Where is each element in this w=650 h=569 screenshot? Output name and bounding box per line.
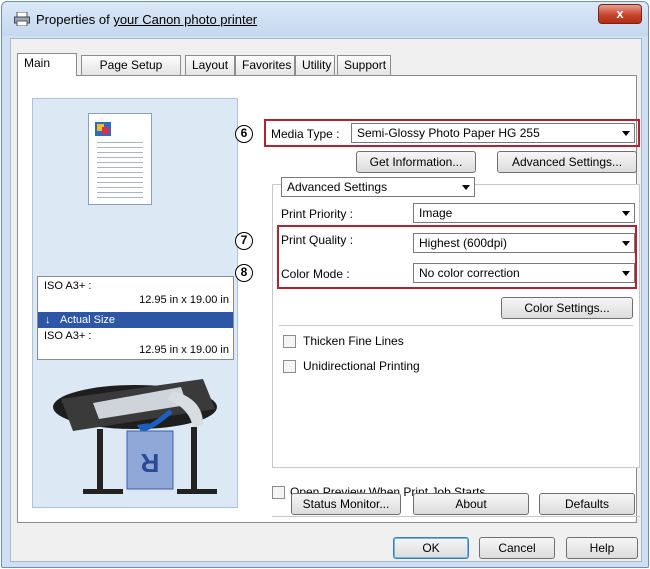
print-priority-select[interactable]: Image	[413, 203, 635, 223]
media-type-select[interactable]: Semi-Glossy Photo Paper HG 255	[351, 123, 635, 143]
chevron-down-icon	[462, 185, 470, 190]
window-title: Properties of your Canon photo printer	[36, 12, 258, 27]
tab-page-setup[interactable]: Page Setup	[81, 55, 181, 75]
image-swatch	[95, 122, 111, 136]
actual-size-label: Actual Size	[60, 314, 116, 326]
callout-6: 6	[235, 125, 253, 143]
status-monitor-button[interactable]: Status Monitor...	[291, 493, 401, 515]
color-mode-label: Color Mode :	[281, 267, 350, 281]
print-priority-label: Print Priority :	[281, 207, 354, 221]
advanced-settings-button[interactable]: Advanced Settings...	[497, 151, 637, 173]
unidirectional-printing-checkbox[interactable]	[283, 360, 296, 373]
properties-window: Properties of your Canon photo printer x…	[1, 1, 649, 568]
tab-support[interactable]: Support	[337, 55, 391, 75]
input-size-value: 12.95 in x 19.00 in	[139, 294, 229, 306]
arrow-down-icon: ↓	[45, 314, 51, 326]
thicken-fine-lines-checkbox[interactable]	[283, 335, 296, 348]
settings-preview: ISO A3+ : 12.95 in x 19.00 in ↓ Actual S…	[32, 98, 238, 508]
print-quality-select[interactable]: Highest (600dpi)	[413, 233, 635, 253]
media-type-label: Media Type :	[271, 127, 340, 141]
tab-main[interactable]: Main	[17, 53, 77, 76]
title-bar[interactable]: Properties of your Canon photo printer x	[2, 2, 648, 36]
divider	[272, 516, 640, 517]
thicken-fine-lines-label: Thicken Fine Lines	[303, 334, 404, 348]
chevron-down-icon	[622, 131, 630, 136]
cancel-button[interactable]: Cancel	[479, 537, 555, 559]
tab-layout[interactable]: Layout	[185, 55, 235, 75]
ok-button[interactable]: OK	[393, 537, 469, 559]
advanced-settings-group: Advanced Settings Print Priority : Image…	[272, 177, 640, 468]
chevron-down-icon	[622, 241, 630, 246]
open-preview-checkbox[interactable]	[272, 486, 285, 499]
chevron-down-icon	[622, 271, 630, 276]
divider	[279, 325, 633, 326]
printer-icon	[14, 12, 30, 26]
dialog-client: Main Page Setup Layout Favorites Utility…	[10, 38, 642, 562]
paper-preview	[88, 113, 152, 205]
chevron-down-icon	[622, 211, 630, 216]
color-settings-button[interactable]: Color Settings...	[501, 297, 633, 319]
main-tab-panel: ISO A3+ : 12.95 in x 19.00 in ↓ Actual S…	[17, 75, 640, 523]
close-button[interactable]: x	[598, 4, 642, 24]
output-size-value: 12.95 in x 19.00 in	[139, 344, 229, 356]
settings-mode-select[interactable]: Advanced Settings	[281, 177, 475, 197]
large-format-printer-image: R	[53, 379, 217, 494]
paper-letter-glyph: R	[140, 448, 159, 478]
print-quality-label: Print Quality :	[281, 233, 354, 247]
input-size-label: ISO A3+ :	[44, 280, 92, 292]
tab-favorites[interactable]: Favorites	[235, 55, 295, 75]
unidirectional-printing-label: Unidirectional Printing	[303, 359, 420, 373]
actual-size-row: ↓ Actual Size	[38, 312, 233, 328]
about-button[interactable]: About	[413, 493, 529, 515]
tab-utility[interactable]: Utility	[295, 55, 335, 75]
color-mode-select[interactable]: No color correction	[413, 263, 635, 283]
callout-8: 8	[235, 264, 253, 282]
help-button[interactable]: Help	[566, 537, 638, 559]
output-size-label: ISO A3+ :	[44, 330, 92, 342]
get-information-button[interactable]: Get Information...	[356, 151, 476, 173]
paper-size-info: ISO A3+ : 12.95 in x 19.00 in ↓ Actual S…	[37, 276, 234, 360]
defaults-button[interactable]: Defaults	[539, 493, 635, 515]
callout-7: 7	[235, 232, 253, 250]
